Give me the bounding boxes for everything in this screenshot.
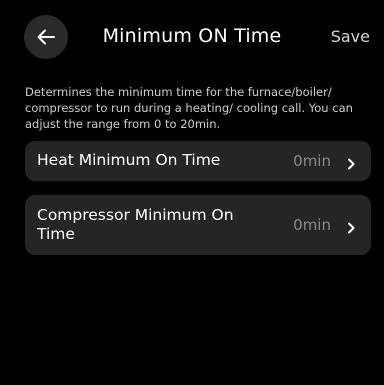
setting-label: Compressor Minimum On Time (37, 206, 234, 243)
setting-row-compressor-minimum-on-time[interactable]: Compressor Minimum On Time 0min (25, 195, 371, 255)
chevron-right-icon (345, 155, 357, 170)
header: Minimum ON Time Save (0, 0, 384, 72)
page-title: Minimum ON Time (102, 25, 282, 47)
chevron-right-icon (345, 219, 357, 234)
setting-row-heat-minimum-on-time[interactable]: Heat Minimum On Time 0min (25, 141, 371, 181)
save-button[interactable]: Save (331, 27, 370, 46)
setting-value: 0min (293, 216, 331, 234)
setting-label: Heat Minimum On Time (37, 151, 221, 169)
setting-value: 0min (293, 152, 331, 170)
minimum-on-time-screen: Minimum ON Time Save Determines the mini… (0, 0, 384, 385)
description-text: Determines the minimum time for the furn… (25, 85, 353, 131)
